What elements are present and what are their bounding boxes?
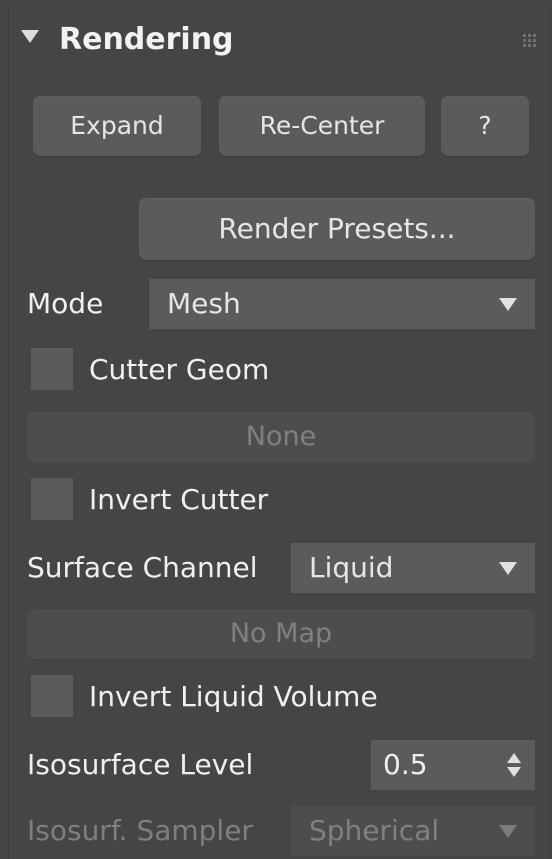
mode-label: Mode [27, 287, 104, 320]
isosurf-sampler-label: Isosurf. Sampler [27, 814, 253, 847]
invert-cutter-checkbox[interactable] [31, 478, 73, 520]
invert-liquid-volume-checkbox[interactable] [31, 675, 73, 717]
surface-channel-label: Surface Channel [27, 551, 258, 584]
spinner-up-icon[interactable] [507, 753, 521, 763]
isosurface-level-value[interactable]: 0.5 [383, 740, 428, 790]
rollout-frame: Rendering Expand Re-Center ? Render Pres… [0, 0, 552, 859]
cutter-geom-checkbox[interactable] [31, 348, 73, 390]
spinner-down-icon[interactable] [507, 767, 521, 777]
mode-value: Mesh [167, 287, 241, 320]
collapse-triangle-icon[interactable] [21, 30, 39, 43]
chevron-down-icon [499, 298, 517, 311]
recenter-button[interactable]: Re-Center [219, 96, 425, 156]
invert-liquid-volume-label: Invert Liquid Volume [89, 680, 378, 713]
expand-button[interactable]: Expand [33, 96, 201, 156]
chevron-down-icon [499, 562, 517, 575]
rollout-title: Rendering [59, 22, 234, 57]
mode-dropdown[interactable]: Mesh [149, 279, 535, 329]
cutter-geom-pick-button[interactable]: None [27, 412, 535, 462]
help-button[interactable]: ? [441, 96, 529, 156]
isosurf-sampler-dropdown[interactable]: Spherical [291, 806, 535, 856]
grip-dots-icon[interactable] [523, 34, 537, 48]
chevron-down-icon [499, 825, 517, 838]
surface-channel-dropdown[interactable]: Liquid [291, 543, 535, 593]
isosurf-sampler-value: Spherical [309, 814, 440, 847]
cutter-geom-label: Cutter Geom [89, 353, 270, 386]
isosurface-level-label: Isosurface Level [27, 748, 254, 781]
rollout-header[interactable]: Rendering [9, 8, 547, 74]
surface-map-pick-button[interactable]: No Map [27, 609, 535, 659]
render-presets-button[interactable]: Render Presets... [139, 198, 535, 260]
isosurface-level-spinner[interactable]: 0.5 [371, 740, 535, 790]
surface-channel-value: Liquid [309, 551, 394, 584]
invert-cutter-label: Invert Cutter [89, 483, 269, 516]
rendering-rollout: Rendering Expand Re-Center ? Render Pres… [8, 8, 547, 859]
